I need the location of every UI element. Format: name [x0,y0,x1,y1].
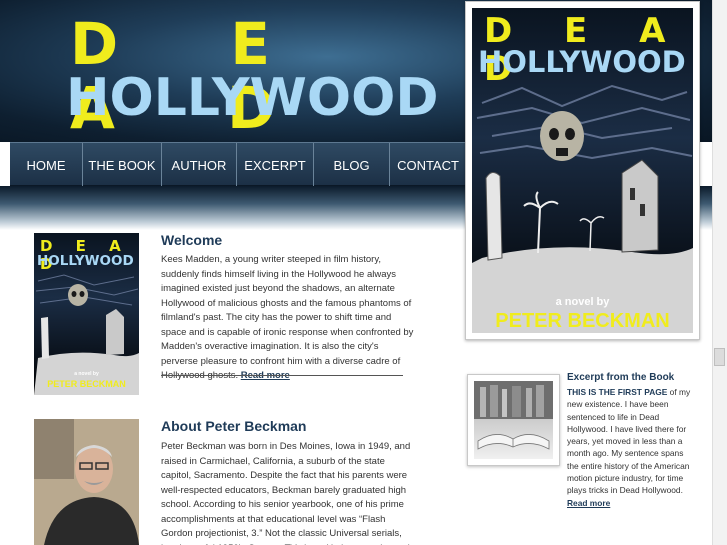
excerpt-lead: THIS IS THE FIRST PAGE [567,387,668,397]
open-book-image [474,381,553,459]
welcome-text: Kees Madden, a young writer steeped in f… [161,253,416,384]
author-photo [34,419,139,545]
author-portrait-illustration [34,419,139,545]
excerpt-thumbnail[interactable] [467,374,560,466]
cover-artwork: D E A D HOLLYWOOD a novel by PETER BECKM… [472,8,693,333]
main-nav: HOME THE BOOK AUTHOR EXCERPT BLOG CONTAC… [10,142,466,187]
excerpt-heading: Excerpt from the Book [567,372,675,383]
book-illustration [474,381,553,450]
section-divider [161,375,403,376]
excerpt-read-more-link[interactable]: Read more [567,498,610,508]
nav-excerpt[interactable]: EXCERPT [237,143,314,187]
thumbnail-subtitle: a novel by [74,371,99,377]
excerpt-text: THIS IS THE FIRST PAGE of my new existen… [567,386,695,509]
scrollbar-track[interactable] [712,0,727,545]
welcome-body: Kees Madden, a young writer steeped in f… [161,254,414,381]
nav-blog[interactable]: BLOG [314,143,390,187]
cover-subtitle: a novel by [555,296,610,308]
excerpt-body: of my new existence. I have been sentenc… [567,387,691,496]
nav-home[interactable]: HOME [10,143,83,187]
about-heading: About Peter Beckman [161,418,307,434]
book-cover-thumbnail[interactable]: D E A D HOLLYWOOD a novel by PETER BECKM… [34,233,139,395]
nav-contact[interactable]: CONTACT [390,143,466,187]
book-cover-large[interactable]: D E A D HOLLYWOOD a novel by PETER BECKM… [465,1,700,340]
cover-title-hollywood: HOLLYWOOD [478,45,686,79]
about-text: Peter Beckman was born in Des Moines, Io… [161,441,413,545]
logo-hollywood-text[interactable]: HOLLYWOOD [66,68,438,128]
scrollbar-thumb[interactable] [714,348,725,366]
welcome-heading: Welcome [161,232,223,248]
thumbnail-author: PETER BECKMAN [47,379,126,389]
cover-author: PETER BECKMAN [495,310,670,332]
thumbnail-title-hollywood: HOLLYWOOD [37,253,134,269]
nav-the-book[interactable]: THE BOOK [83,143,162,187]
nav-author[interactable]: AUTHOR [162,143,237,187]
